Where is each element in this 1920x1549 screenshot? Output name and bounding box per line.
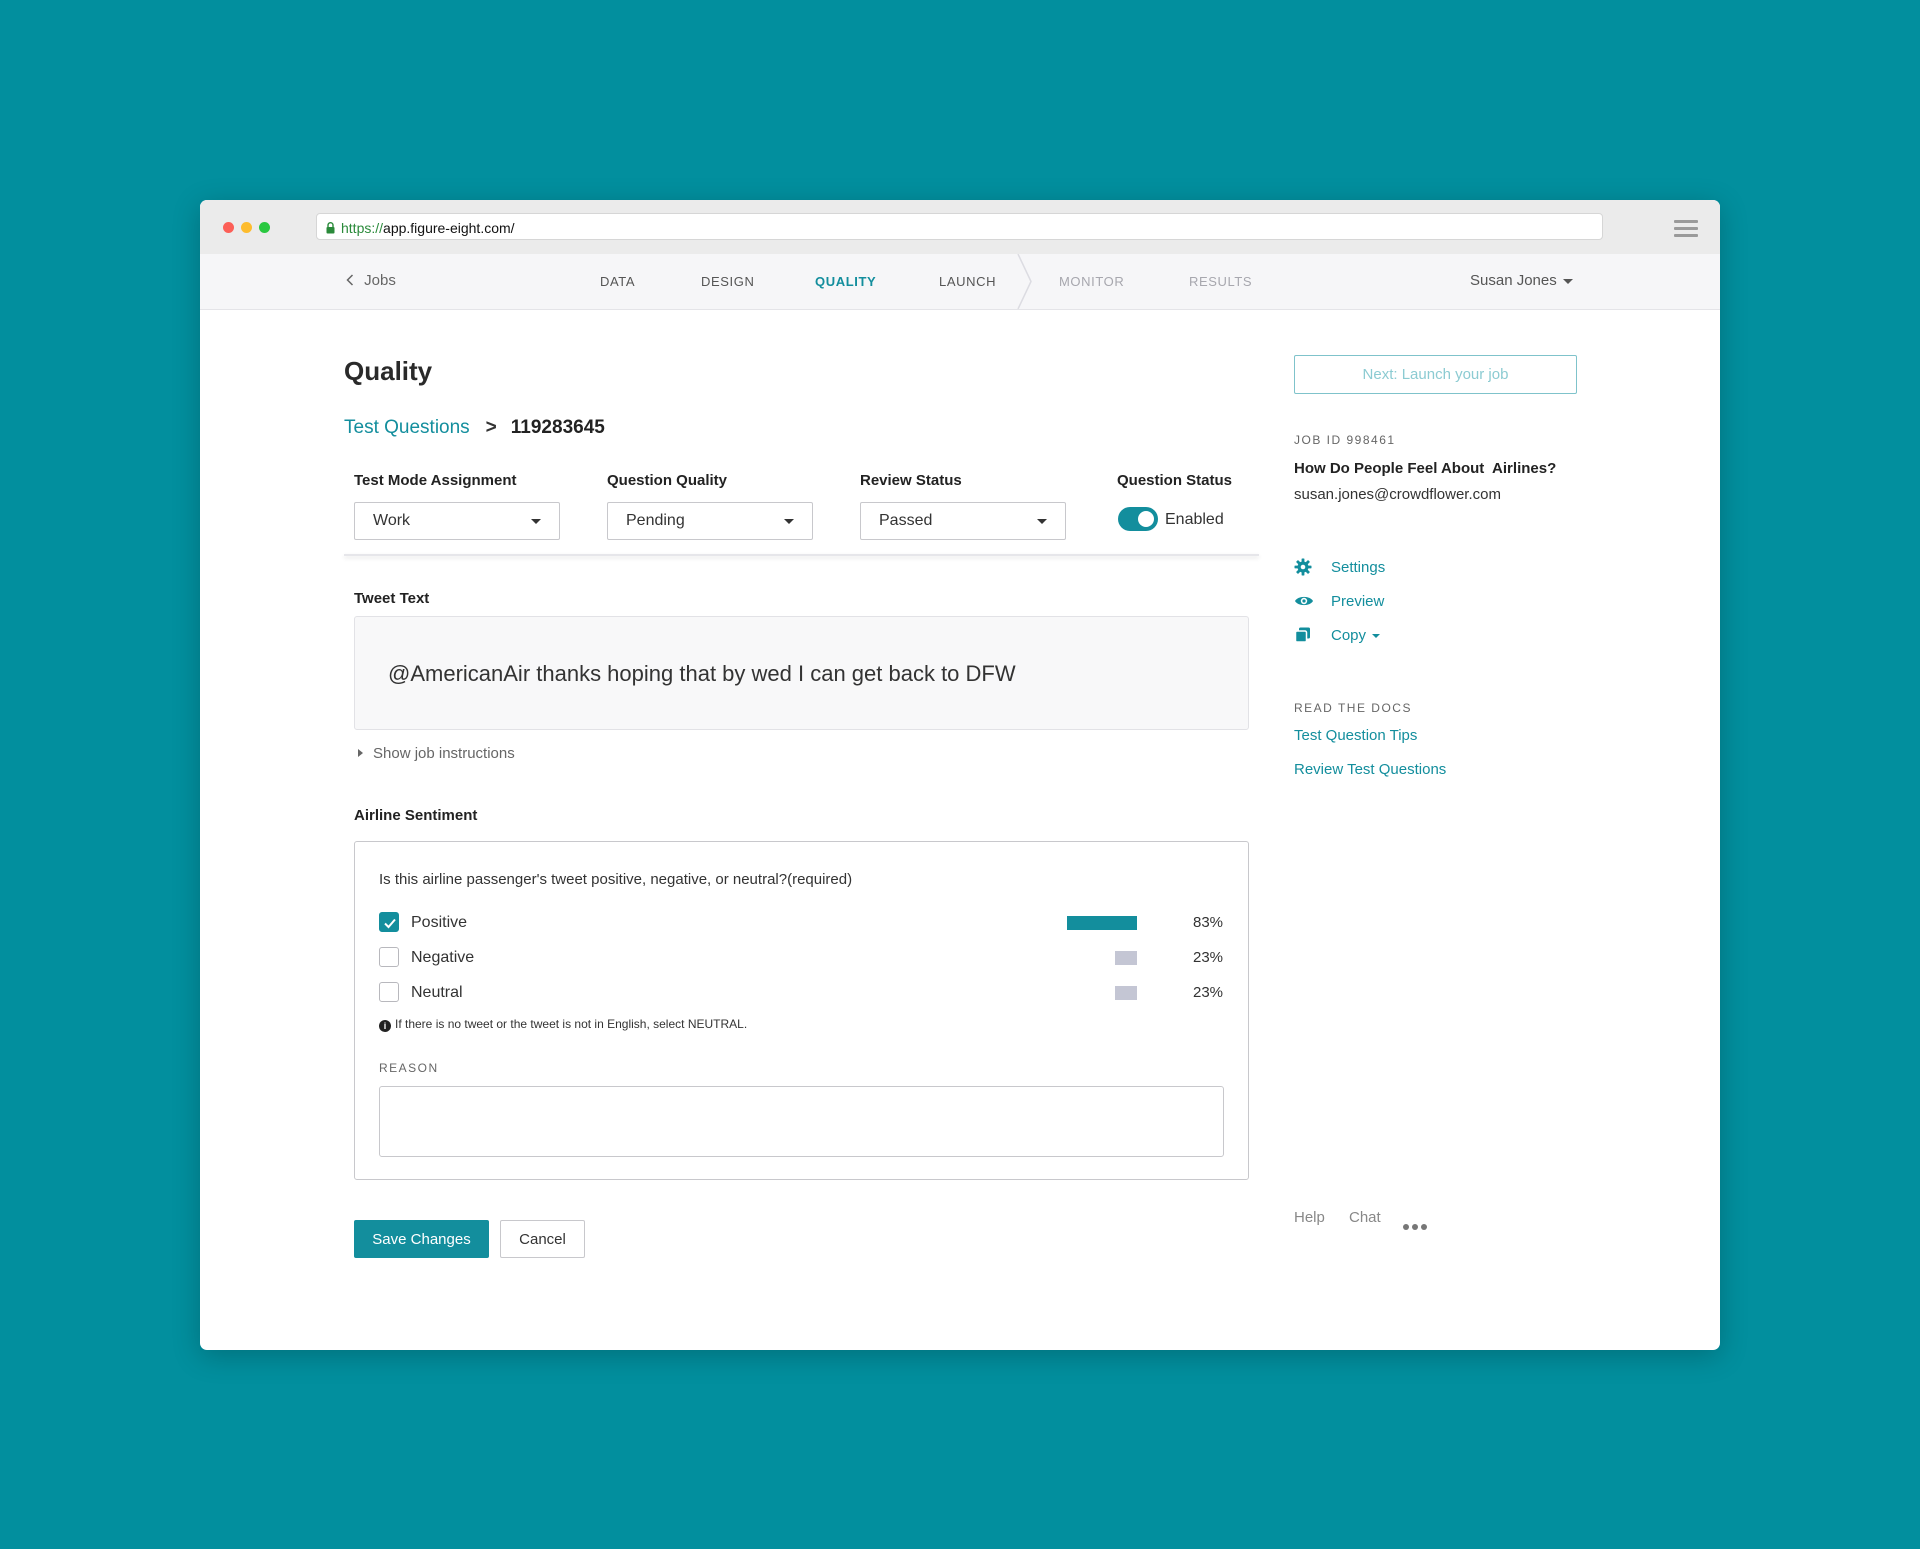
test-question-tips-link[interactable]: Test Question Tips	[1294, 727, 1417, 744]
show-instructions-toggle[interactable]: Show job instructions	[358, 745, 515, 762]
positive-bar	[1067, 916, 1137, 930]
negative-percent: 23%	[1193, 949, 1224, 966]
copy-label-text: Copy	[1331, 627, 1367, 644]
info-icon: i	[379, 1020, 391, 1032]
maximize-window-button[interactable]	[259, 222, 270, 233]
caret-down-icon	[1372, 634, 1381, 639]
negative-label: Negative	[411, 949, 475, 966]
section-divider	[344, 554, 1259, 556]
test-mode-select[interactable]: Work	[354, 502, 560, 540]
chevron-left-icon	[346, 272, 364, 289]
help-link[interactable]: Help	[1294, 1209, 1325, 1226]
job-id: JOB ID 998461	[1294, 433, 1396, 447]
question-status-toggle[interactable]	[1118, 507, 1158, 531]
app-nav: Jobs DATA DESIGN QUALITY LAUNCH MONITOR …	[200, 254, 1720, 310]
tab-quality[interactable]: QUALITY	[815, 274, 876, 289]
tweet-text: @AmericanAir thanks hoping that by wed I…	[388, 661, 1016, 686]
eye-icon	[1294, 592, 1314, 614]
positive-bar-track	[1067, 916, 1137, 930]
dropdown-arrow-icon	[531, 519, 541, 524]
tab-monitor[interactable]: MONITOR	[1059, 274, 1124, 289]
url-text: https://app.figure-eight.com/	[341, 220, 515, 236]
tab-results[interactable]: RESULTS	[1189, 274, 1252, 289]
neutral-checkbox[interactable]	[379, 982, 399, 1002]
settings-label: Settings	[1331, 559, 1386, 576]
reason-label: REASON	[379, 1061, 439, 1075]
negative-bar	[1115, 951, 1137, 965]
browser-chrome: https://app.figure-eight.com/	[200, 200, 1720, 254]
tab-data[interactable]: DATA	[600, 274, 635, 289]
note-text: If there is no tweet or the tweet is not…	[395, 1017, 748, 1031]
toggle-knob	[1138, 511, 1154, 527]
back-to-jobs-link[interactable]: Jobs	[346, 272, 396, 289]
negative-bar-track	[1067, 951, 1137, 965]
save-changes-button[interactable]: Save Changes	[354, 1220, 489, 1258]
question-quality-select[interactable]: Pending	[607, 502, 813, 540]
breadcrumb-current: 119283645	[510, 417, 605, 438]
review-status-value: Passed	[879, 512, 933, 529]
breadcrumb-separator: >	[485, 417, 497, 438]
review-status-select[interactable]: Passed	[860, 502, 1066, 540]
browser-window: https://app.figure-eight.com/ Jobs DATA …	[200, 200, 1720, 1350]
neutral-bar-track	[1067, 986, 1137, 1000]
user-name: Susan Jones	[1470, 272, 1557, 289]
preview-label: Preview	[1331, 593, 1385, 610]
review-test-questions-link[interactable]: Review Test Questions	[1294, 761, 1446, 778]
tab-launch[interactable]: LAUNCH	[939, 274, 996, 289]
positive-checkbox[interactable]	[379, 912, 399, 932]
question-quality-label: Question Quality	[607, 472, 728, 489]
review-status-label: Review Status	[860, 472, 962, 489]
user-menu[interactable]: Susan Jones	[1470, 272, 1573, 289]
copy-label: Copy	[1331, 627, 1381, 644]
dropdown-arrow-icon	[1037, 519, 1047, 524]
next-launch-job-button[interactable]: Next: Launch your job	[1294, 355, 1577, 394]
hamburger-menu-icon[interactable]	[1674, 220, 1698, 241]
tweet-box: @AmericanAir thanks hoping that by wed I…	[354, 616, 1249, 730]
nav-chevron-separator	[1017, 254, 1032, 309]
test-mode-value: Work	[373, 512, 411, 529]
address-bar[interactable]: https://app.figure-eight.com/	[316, 213, 1603, 240]
checkmark-icon	[384, 918, 396, 929]
neutral-bar	[1115, 986, 1137, 1000]
job-email: susan.jones@crowdflower.com	[1294, 486, 1501, 503]
positive-percent: 83%	[1193, 914, 1224, 931]
read-the-docs-label: READ THE DOCS	[1294, 701, 1412, 715]
airline-sentiment-label: Airline Sentiment	[354, 807, 478, 824]
tweet-text-label: Tweet Text	[354, 590, 430, 607]
dropdown-arrow-icon	[784, 519, 794, 524]
sentiment-question-box: Is this airline passenger's tweet positi…	[354, 841, 1249, 1180]
lock-icon	[326, 221, 335, 239]
copy-icon	[1294, 626, 1312, 648]
minimize-window-button[interactable]	[241, 222, 252, 233]
breadcrumb-test-questions-link[interactable]: Test Questions	[344, 417, 470, 438]
negative-checkbox[interactable]	[379, 947, 399, 967]
neutral-percent: 23%	[1193, 984, 1224, 1001]
url-scheme: https://	[341, 220, 384, 236]
page-title: Quality	[344, 356, 433, 386]
neutral-label: Neutral	[411, 984, 463, 1001]
cancel-button[interactable]: Cancel	[500, 1220, 585, 1258]
question-status-label: Question Status	[1117, 472, 1233, 489]
breadcrumb: Test Questions >119283645	[344, 417, 605, 439]
test-mode-label: Test Mode Assignment	[354, 472, 517, 489]
caret-down-icon	[1562, 278, 1573, 284]
reason-textarea[interactable]	[379, 1086, 1224, 1157]
chat-link[interactable]: Chat	[1349, 1209, 1381, 1226]
question-status-value: Enabled	[1165, 511, 1224, 528]
neutral-note: i If there is no tweet or the tweet is no…	[379, 1017, 747, 1032]
sentiment-question: Is this airline passenger's tweet positi…	[379, 871, 853, 888]
positive-label: Positive	[411, 914, 468, 931]
job-title: How Do People Feel About Airlines?	[1294, 460, 1557, 477]
caret-right-icon	[358, 749, 363, 757]
question-quality-value: Pending	[626, 512, 685, 529]
tab-design[interactable]: DESIGN	[701, 274, 754, 289]
back-label: Jobs	[364, 272, 396, 289]
more-options-icon[interactable]	[1403, 1217, 1430, 1235]
gear-icon	[1294, 558, 1312, 580]
close-window-button[interactable]	[223, 222, 234, 233]
show-instructions-label: Show job instructions	[373, 745, 515, 762]
url-host: app.figure-eight.com/	[383, 220, 515, 236]
